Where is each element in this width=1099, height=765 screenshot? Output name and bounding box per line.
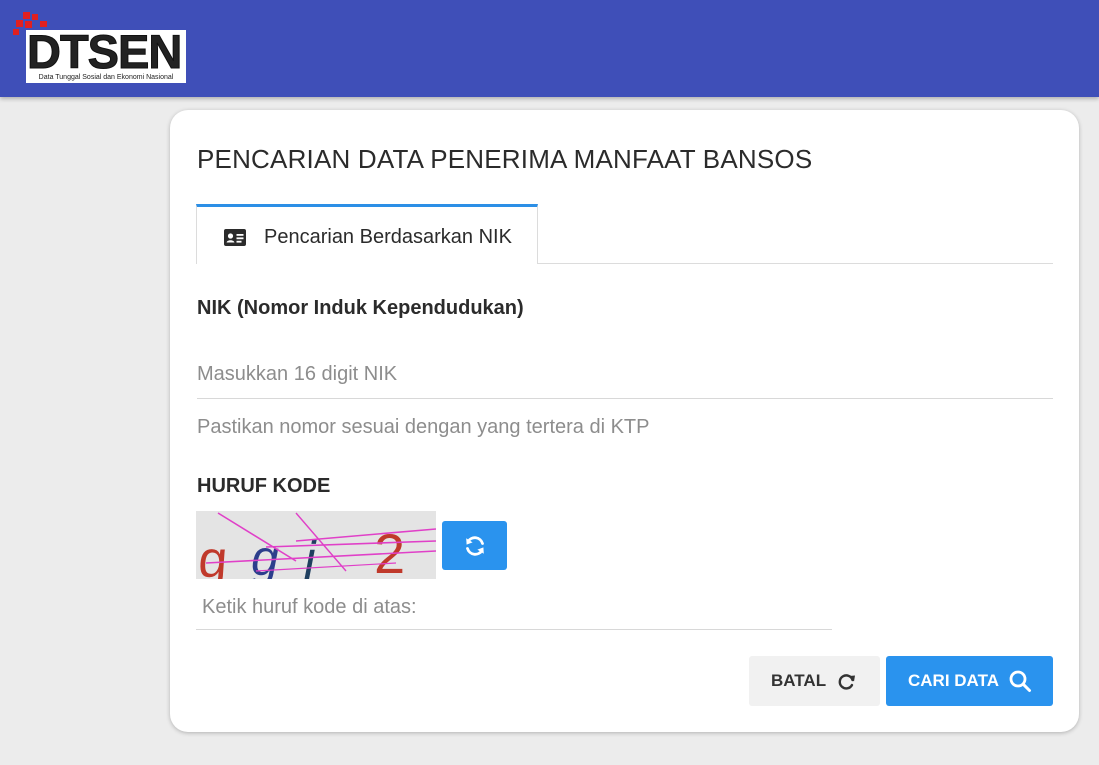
dtsen-logo[interactable]: DTSEN Data Tunggal Sosial dan Ekonomi Na… [13,10,187,84]
search-button-label: CARI DATA [908,671,999,690]
tab-search-by-nik[interactable]: Pencarian Berdasarkan NIK [196,204,538,264]
page-title: PENCARIAN DATA PENERIMA MANFAAT BANSOS [197,144,813,174]
logo-subtitle: Data Tunggal Sosial dan Ekonomi Nasional [26,73,186,83]
nik-label: NIK (Nomor Induk Kependudukan) [197,297,524,319]
captcha-refresh-button[interactable] [442,521,507,570]
nik-input[interactable] [197,350,1053,399]
top-app-bar: DTSEN Data Tunggal Sosial dan Ekonomi Na… [0,0,1099,97]
logo-wordmark: DTSEN [26,25,182,78]
captcha-char: g [197,531,230,579]
cancel-button[interactable]: BATAL [749,656,880,706]
captcha-char: g [251,530,279,579]
nik-hint: Pastikan nomor sesuai dengan yang terter… [197,416,650,438]
captcha-char: j [298,531,317,579]
captcha-image: g g j 2 [196,511,437,589]
id-card-icon [224,229,246,246]
captcha-label: HURUF KODE [197,475,331,497]
search-icon [1009,670,1031,692]
undo-icon [838,674,855,690]
tab-label: Pencarian Berdasarkan NIK [264,226,512,248]
search-card: PENCARIAN DATA PENERIMA MANFAAT BANSOS P… [170,110,1079,732]
search-data-button[interactable]: CARI DATA [886,656,1053,706]
refresh-icon [465,535,484,556]
captcha-input[interactable] [196,585,832,630]
cancel-button-label: BATAL [771,671,827,690]
captcha-char: 2 [374,522,405,579]
